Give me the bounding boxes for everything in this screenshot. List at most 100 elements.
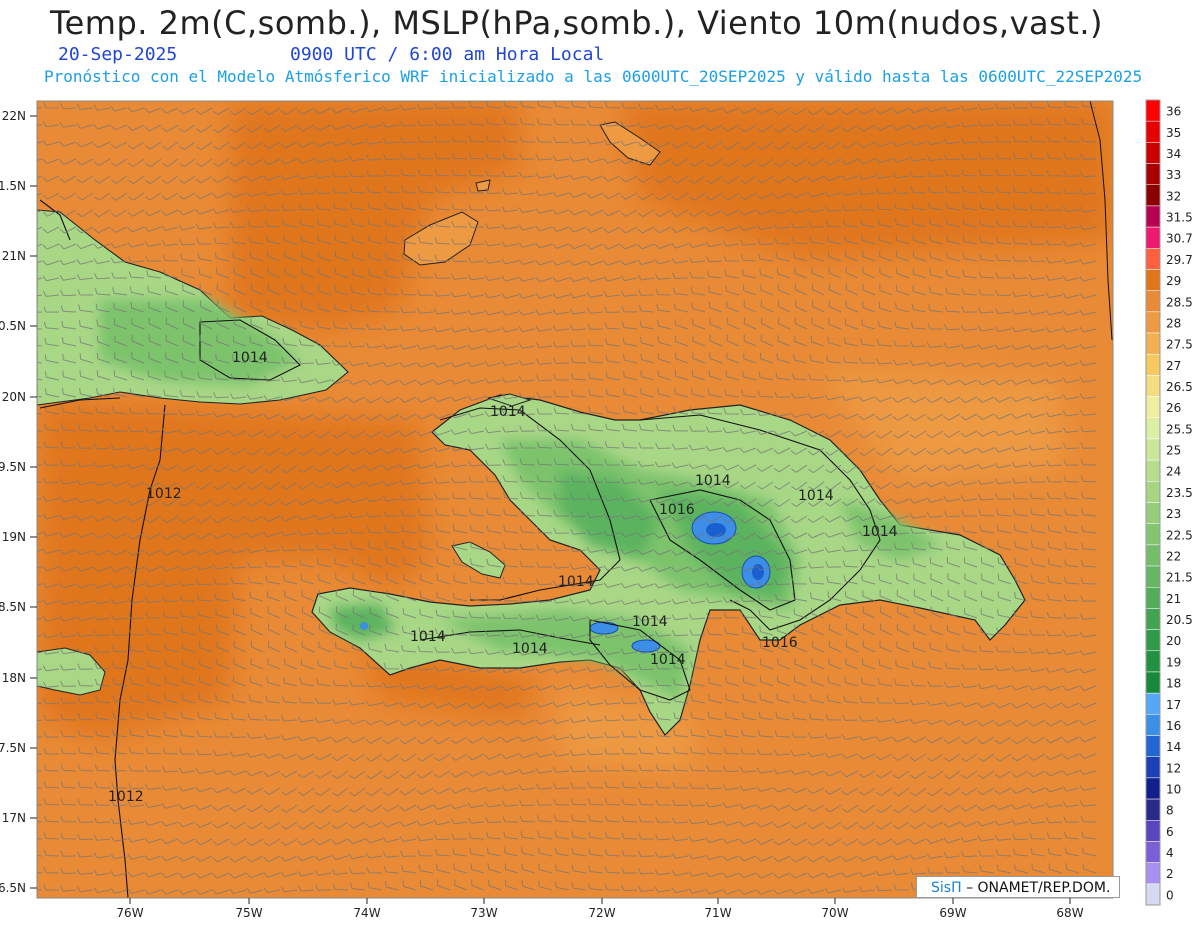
colorbar-swatch <box>1145 820 1161 842</box>
colorbar-swatch <box>1145 248 1161 270</box>
colorbar-label: 28.5 <box>1166 295 1193 309</box>
lon-label: 74W <box>353 906 380 920</box>
colorbar-label: 24 <box>1166 465 1181 479</box>
colorbar-label: 21 <box>1166 592 1181 606</box>
isobar-label: 1014 <box>862 524 898 540</box>
colorbar-label: 0 <box>1166 888 1174 902</box>
lat-label: 22N <box>2 109 26 123</box>
colorbar-swatch <box>1145 544 1161 567</box>
lon-label: 76W <box>116 906 143 920</box>
colorbar-label: 23 <box>1166 507 1181 521</box>
colorbar-label: 16 <box>1166 719 1181 733</box>
colorbar-label: 21.5 <box>1166 571 1193 585</box>
colorbar-label: 6 <box>1166 825 1174 839</box>
lat-label: 18N <box>2 671 26 685</box>
colorbar-label: 23.5 <box>1166 486 1193 500</box>
colorbar-swatch <box>1145 714 1161 736</box>
lon-label: 70W <box>821 906 848 920</box>
colorbar-label: 19 <box>1166 655 1181 669</box>
colorbar-label: 26 <box>1166 401 1181 415</box>
colorbar-swatch <box>1145 650 1161 673</box>
colorbar-swatch <box>1145 353 1161 376</box>
colorbar-swatch <box>1145 523 1161 546</box>
colorbar-label: 36 <box>1166 105 1181 119</box>
lat-label: 7.5N <box>0 741 26 755</box>
colorbar-label: 26.5 <box>1166 380 1193 394</box>
colorbar-swatch <box>1145 205 1161 228</box>
colorbar-swatch <box>1145 269 1161 291</box>
lat-label: 17N <box>2 811 26 825</box>
colorbar-label: 25 <box>1166 444 1181 458</box>
lon-label: 71W <box>704 906 731 920</box>
isobar-label: 1014 <box>695 473 731 489</box>
colorbar-swatch <box>1145 777 1161 800</box>
lon-label: 68W <box>1056 906 1083 920</box>
credit-box: SisΠ – ONAMET/REP.DOM. <box>916 876 1120 898</box>
isobar-label: 1014 <box>650 652 686 668</box>
colorbar-swatch <box>1145 798 1161 821</box>
lon-label: 73W <box>470 906 497 920</box>
isobar-label: 1012 <box>108 789 144 805</box>
colorbar-swatch <box>1145 586 1161 609</box>
lat-label: 8.5N <box>0 600 26 614</box>
colorbar-swatch <box>1145 565 1161 588</box>
lat-label: 1.5N <box>0 179 26 193</box>
latitude-labels: 22N 1.5N 21N 0.5N 20N 9.5N 19N 8.5N 18N … <box>0 109 26 895</box>
colorbar-swatch <box>1145 332 1161 355</box>
isobar-label: 1016 <box>762 635 798 651</box>
colorbar-label: 35 <box>1166 126 1181 140</box>
lon-label: 69W <box>939 906 966 920</box>
colorbar-label: 25.5 <box>1166 422 1193 436</box>
colorbar-swatch <box>1145 375 1161 397</box>
colorbar-swatch <box>1145 459 1161 482</box>
colorbar-label: 20 <box>1166 634 1181 648</box>
colorbar-label: 4 <box>1166 846 1174 860</box>
isobar-label: 1014 <box>558 574 594 590</box>
isobar-label: 1014 <box>490 404 526 420</box>
colorbar-label: 22 <box>1166 549 1181 563</box>
colorbar-label: 14 <box>1166 740 1181 754</box>
colorbar-swatch <box>1145 756 1161 779</box>
isobar-label: 1014 <box>798 488 834 504</box>
longitude-labels: 76W 75W 74W 73W 72W 71W 70W 69W 68W <box>116 906 1083 920</box>
colorbar-label: 33 <box>1166 168 1181 182</box>
colorbar-swatch <box>1145 184 1161 207</box>
colorbar-label: 8 <box>1166 804 1174 818</box>
isobar-label: 1014 <box>232 350 268 366</box>
colorbar-swatch <box>1145 735 1161 757</box>
lat-label: 0.5N <box>0 319 26 333</box>
lat-label: 19N <box>2 530 26 544</box>
colorbar-label: 32 <box>1166 189 1181 203</box>
colorbar-label: 18 <box>1166 677 1181 691</box>
colorbar-swatch <box>1145 417 1161 440</box>
colorbar-label: 20.5 <box>1166 613 1193 627</box>
colorbar-swatch <box>1145 226 1161 249</box>
colorbar-swatch <box>1145 163 1161 185</box>
lat-label: 21N <box>2 249 26 263</box>
colorbar-swatch <box>1145 502 1161 524</box>
colorbar-swatch <box>1145 671 1161 694</box>
colorbar-label: 30.7 <box>1166 232 1193 246</box>
longitude-ticks <box>129 898 1071 904</box>
lat-label: 9.5N <box>0 460 26 474</box>
colorbar-swatch <box>1145 481 1161 503</box>
colorbar-swatch <box>1145 841 1161 863</box>
weather-map[interactable]: 1014 1014 1012 1012 1014 1014 1016 1014 … <box>0 0 1200 927</box>
colorbar-label: 29 <box>1166 274 1181 288</box>
lon-label: 75W <box>235 906 262 920</box>
isobar-label: 1016 <box>659 502 695 518</box>
colorbar-label: 31.5 <box>1166 211 1193 225</box>
isobar-label: 1014 <box>512 641 548 657</box>
colorbar-swatch <box>1145 99 1161 122</box>
colorbar-swatch <box>1145 883 1161 906</box>
lat-label: 20N <box>2 390 26 404</box>
colorbar-label: 12 <box>1166 761 1181 775</box>
colorbar-label: 29.7 <box>1166 253 1193 267</box>
colorbar-label: 2 <box>1166 867 1174 881</box>
colorbar-swatch <box>1145 311 1161 334</box>
colorbar-swatch <box>1145 608 1161 630</box>
colorbar-label: 27 <box>1166 359 1181 373</box>
colorbar-swatch <box>1145 629 1161 652</box>
colorbar-label: 34 <box>1166 147 1181 161</box>
colorbar-swatch <box>1145 438 1161 461</box>
